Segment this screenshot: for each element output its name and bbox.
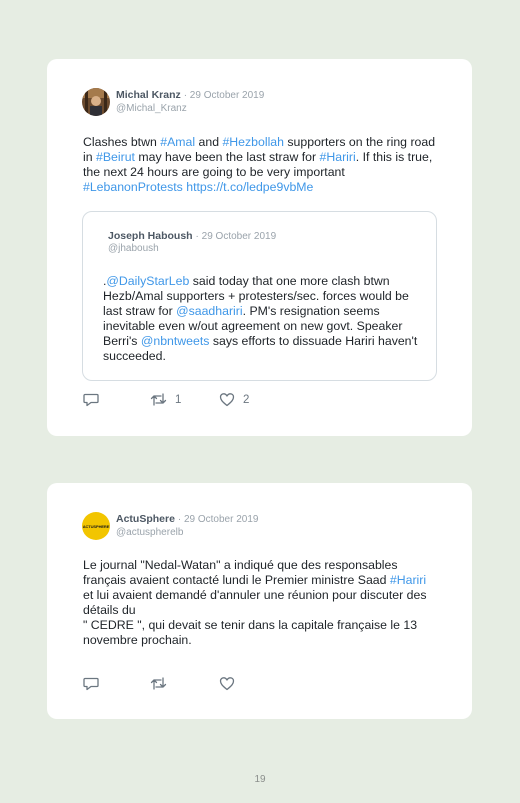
like-button[interactable]: 2: [219, 392, 249, 407]
tweet-link[interactable]: https://t.co/ledpe9vbMe: [186, 180, 313, 194]
tweet-link[interactable]: #Amal: [160, 135, 195, 149]
reply-icon: [83, 393, 99, 407]
tweet-date[interactable]: · 29 October 2019: [178, 514, 259, 525]
quoted-author-handle[interactable]: @jhaboush: [108, 243, 159, 254]
author-handle[interactable]: @Michal_Kranz: [116, 103, 187, 114]
avatar-logo-text: ACTUSPHERE: [82, 523, 110, 529]
quoted-tweet-text: .@DailyStarLeb said today that one more …: [103, 274, 421, 364]
quoted-author-line: Joseph Haboush · 29 October 2019: [108, 230, 276, 242]
page-number: 19: [254, 774, 266, 785]
author-name[interactable]: ActuSphere: [116, 513, 175, 525]
tweet-actions: 1 2: [83, 392, 283, 408]
tweet-text: Le journal "Nedal-Watan" a indiqué que d…: [83, 558, 433, 648]
heart-icon: [219, 393, 235, 407]
tweet-link[interactable]: #Hariri: [320, 150, 356, 164]
tweet-card: ACTUSPHERE ActuSphere · 29 October 2019 …: [47, 483, 472, 719]
tweet-text-segment: Clashes btwn: [83, 135, 161, 149]
reply-button[interactable]: [83, 676, 99, 691]
quoted-author-name[interactable]: Joseph Haboush: [108, 230, 193, 242]
tweet-link[interactable]: #Hezbollah: [222, 135, 284, 149]
quoted-tweet-date: · 29 October 2019: [195, 231, 277, 242]
tweet-link[interactable]: #Beirut: [96, 150, 135, 164]
like-count: 2: [243, 393, 250, 406]
retweet-count: 1: [175, 393, 182, 406]
tweet-card: Michal Kranz · 29 October 2019 @Michal_K…: [47, 59, 472, 436]
tweet-date[interactable]: · 29 October 2019: [184, 90, 265, 101]
retweet-button[interactable]: [150, 676, 175, 691]
tweet-link[interactable]: #LebanonProtests: [83, 180, 183, 194]
tweet-actions: [83, 676, 283, 692]
tweet-text-segment: and: [195, 135, 223, 149]
tweet-text-segment: may have been the last straw for: [134, 150, 320, 164]
quoted-tweet[interactable]: Joseph Haboush · 29 October 2019 @jhabou…: [82, 211, 437, 381]
reply-button[interactable]: [83, 392, 99, 407]
tweet-link[interactable]: @nbntweets: [141, 334, 210, 348]
author-line: Michal Kranz · 29 October 2019: [116, 89, 264, 101]
like-button[interactable]: [219, 676, 243, 691]
avatar[interactable]: ACTUSPHERE: [82, 512, 110, 540]
retweet-icon: [150, 677, 167, 690]
author-line: ActuSphere · 29 October 2019: [116, 513, 258, 525]
tweet-link[interactable]: #Hariri: [390, 573, 426, 587]
retweet-button[interactable]: 1: [150, 392, 181, 407]
author-handle[interactable]: @actuspherelb: [116, 527, 183, 538]
tweet-link[interactable]: @DailyStarLeb: [106, 274, 189, 288]
author-name[interactable]: Michal Kranz: [116, 89, 181, 101]
reply-icon: [83, 677, 99, 691]
heart-icon: [219, 677, 235, 691]
retweet-icon: [150, 393, 167, 406]
tweet-text-segment: et lui avaient demandé d'annuler une réu…: [83, 588, 427, 647]
tweet-link[interactable]: @saadhariri: [176, 304, 242, 318]
avatar[interactable]: [82, 88, 110, 116]
tweet-text-segment: Le journal "Nedal-Watan" a indiqué que d…: [83, 558, 398, 587]
tweet-text: Clashes btwn #Amal and #Hezbollah suppor…: [83, 135, 445, 195]
